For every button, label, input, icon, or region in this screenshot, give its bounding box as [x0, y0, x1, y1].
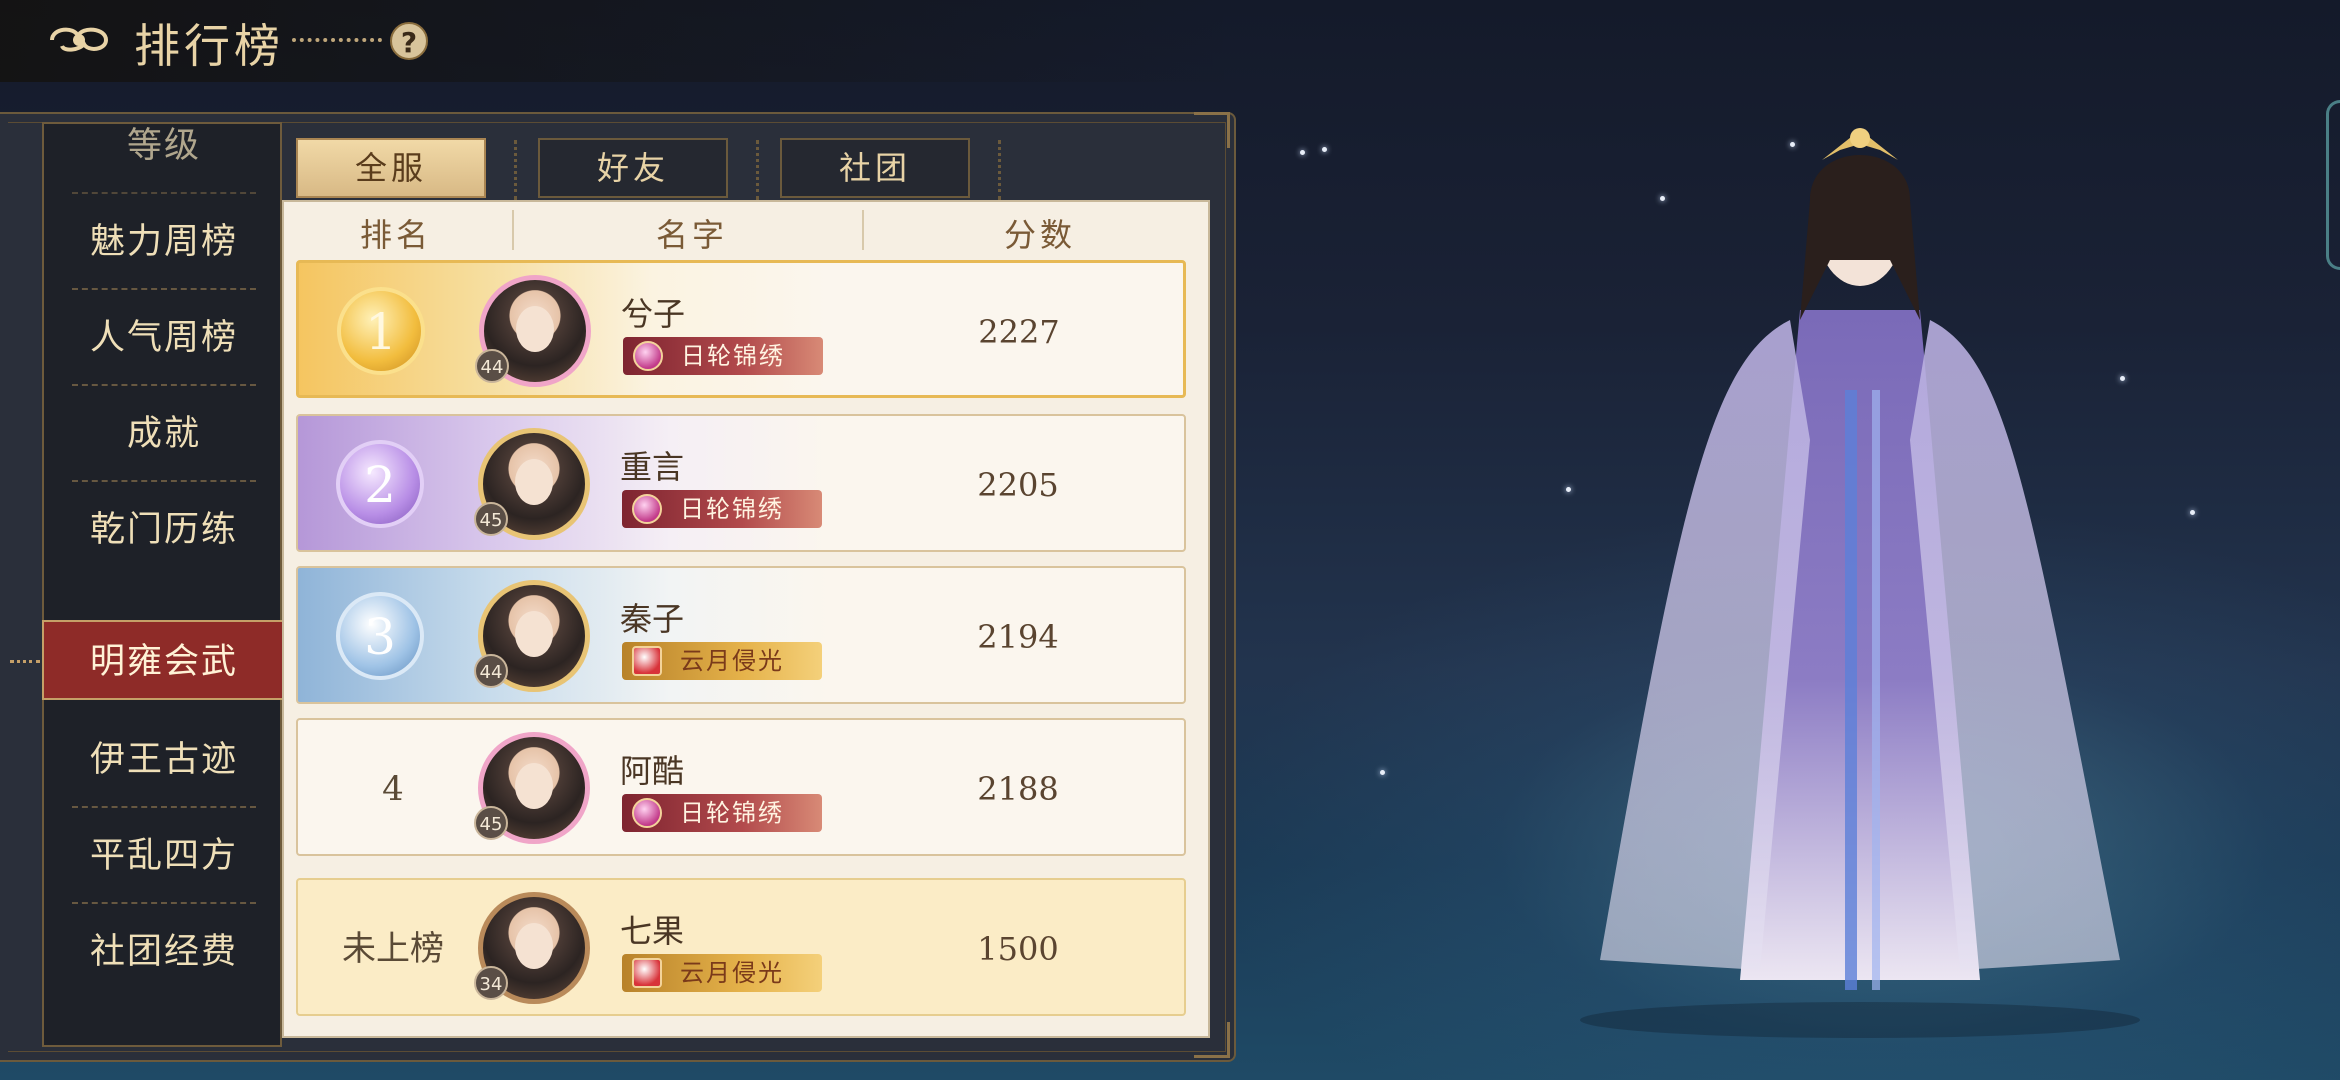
sidebar-item-label: 乾门历练	[89, 510, 238, 550]
player-score: 2227	[978, 313, 1060, 351]
sidebar-item-label: 伊王古迹	[89, 740, 238, 780]
page-title: 排行榜	[134, 19, 284, 73]
level-badge: 45	[474, 502, 508, 536]
tab-friends[interactable]: 好友	[538, 138, 728, 198]
my-name: 七果	[620, 912, 685, 950]
sidebar-item-label: 成就	[126, 414, 201, 454]
column-header-name: 名字	[656, 216, 729, 254]
column-divider	[862, 210, 864, 250]
bronze-medal-icon: 3	[336, 592, 424, 680]
my-score: 1500	[977, 930, 1059, 968]
level-badge: 44	[474, 654, 508, 688]
sidebar-item-yiwang-ruins[interactable]: 伊王古迹	[44, 712, 284, 808]
rank-number: 4	[382, 769, 404, 809]
active-indicator	[10, 660, 40, 663]
tab-divider	[998, 140, 1001, 200]
title-badge: 日轮锦绣	[623, 337, 823, 375]
ranking-row[interactable]: 4 45 阿酷 日轮锦绣 2188	[296, 718, 1186, 856]
ranking-row[interactable]: 1 44 兮子 日轮锦绣 2227	[296, 260, 1186, 398]
sidebar-item-charm-weekly[interactable]: 魅力周榜	[44, 194, 284, 290]
gem-icon	[632, 494, 662, 524]
palace-icon	[632, 958, 662, 988]
gem-icon	[633, 341, 663, 371]
badge-label: 日轮锦绣	[680, 799, 784, 827]
player-name: 兮子	[621, 295, 686, 333]
column-divider	[512, 210, 514, 250]
player-name: 秦子	[620, 600, 685, 638]
sidebar-item-pacify-four-directions[interactable]: 平乱四方	[44, 808, 284, 904]
sidebar-item-label: 平乱四方	[89, 836, 238, 876]
column-header-rank: 排名	[360, 216, 433, 254]
badge-label: 日轮锦绣	[681, 342, 785, 370]
title-badge: 日轮锦绣	[622, 490, 822, 528]
column-header-score: 分数	[1004, 216, 1077, 254]
level-badge: 45	[474, 806, 508, 840]
sidebar-item-qianmen-trial[interactable]: 乾门历练	[44, 482, 284, 578]
player-score: 2188	[977, 770, 1059, 808]
tab-all-servers[interactable]: 全服	[296, 138, 486, 198]
level-badge: 34	[474, 966, 508, 1000]
ranking-row[interactable]: 2 45 重言 日轮锦绣 2205	[296, 414, 1186, 552]
sidebar-item-label: 魅力周榜	[89, 222, 238, 262]
help-icon[interactable]: ?	[390, 22, 428, 60]
badge-label: 云月侵光	[680, 647, 784, 675]
palace-icon	[632, 646, 662, 676]
player-score: 2205	[977, 466, 1059, 504]
panel-corner-ornament	[1194, 112, 1230, 148]
star-sparkle	[2190, 510, 2195, 515]
title-badge: 云月侵光	[622, 642, 822, 680]
sidebar-item-popularity-weekly[interactable]: 人气周榜	[44, 290, 284, 386]
title-badge: 日轮锦绣	[622, 794, 822, 832]
star-sparkle	[1322, 147, 1327, 152]
sidebar-item-mingyong-tournament[interactable]: 明雍会武	[10, 620, 318, 700]
gem-icon	[632, 798, 662, 828]
title-badge: 云月侵光	[622, 954, 822, 992]
ranking-row[interactable]: 3 44 秦子 云月侵光 2194	[296, 566, 1186, 704]
sidebar-item-label: 社团经费	[89, 932, 238, 972]
player-name: 阿酷	[620, 752, 685, 790]
player-score: 2194	[977, 618, 1059, 656]
character-portrait	[1580, 128, 2140, 1038]
tab-divider	[514, 140, 517, 200]
sidebar-item-club-funds[interactable]: 社团经费	[44, 904, 284, 1000]
sidebar-item-label: 人气周榜	[89, 318, 238, 358]
star-sparkle	[1300, 150, 1305, 155]
tab-club[interactable]: 社团	[780, 138, 970, 198]
badge-label: 日轮锦绣	[680, 495, 784, 523]
silver-medal-icon: 2	[336, 440, 424, 528]
sidebar-item-label: 等级	[126, 126, 201, 166]
sidebar-item-label: 明雍会武	[89, 642, 238, 682]
sidebar-item-achievement[interactable]: 成就	[44, 386, 284, 482]
player-name: 重言	[620, 448, 685, 486]
category-sidebar: 等级 魅力周榜 人气周榜 成就 乾门历练 明雍会武 伊王古迹 平乱四方 社团经费	[10, 122, 318, 1047]
title-divider	[292, 38, 382, 42]
level-badge: 44	[475, 349, 509, 383]
sidebar-item-level[interactable]: 等级	[44, 98, 284, 194]
header-bar: 排行榜 ?	[0, 0, 1240, 82]
star-sparkle	[1380, 770, 1385, 775]
side-drawer-handle[interactable]	[2326, 100, 2340, 270]
badge-label: 云月侵光	[680, 959, 784, 987]
gold-medal-icon: 1	[337, 287, 425, 375]
tab-divider	[756, 140, 759, 200]
my-rank-status: 未上榜	[342, 929, 444, 969]
my-ranking-row[interactable]: 未上榜 34 七果 云月侵光 1500	[296, 878, 1186, 1016]
cloud-back-icon[interactable]	[44, 18, 114, 58]
